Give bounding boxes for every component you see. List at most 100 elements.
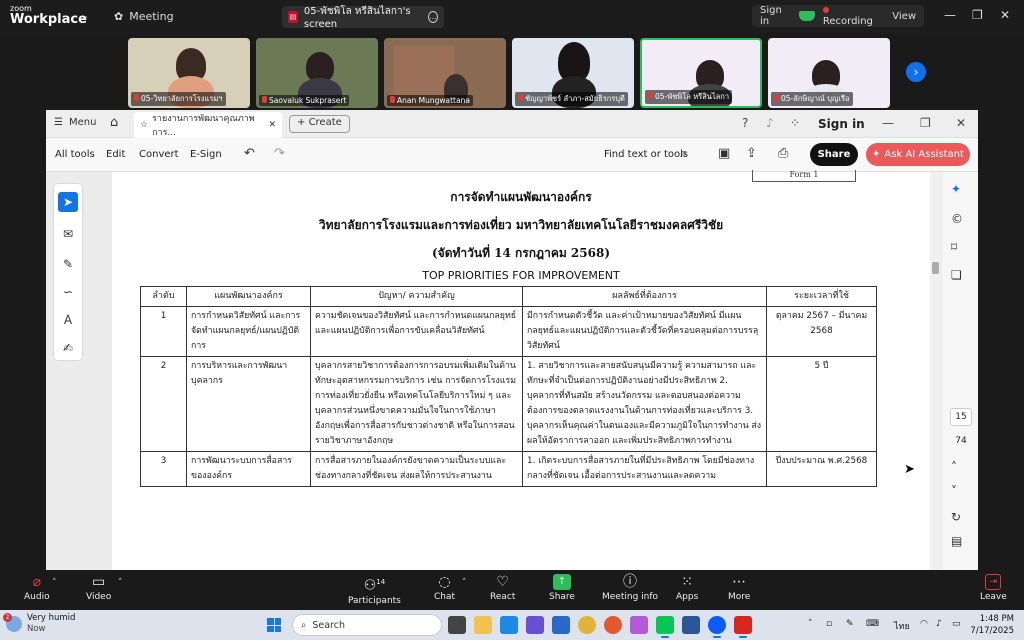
apps-grid-icon[interactable]: ⁘ <box>790 116 800 130</box>
home-icon[interactable]: ⌂ <box>110 115 118 130</box>
highlight-pen-icon[interactable]: ✎ <box>58 254 78 274</box>
windows-start-icon[interactable] <box>267 618 281 632</box>
close-button[interactable]: ✕ <box>1000 8 1010 22</box>
vertical-scrollbar[interactable] <box>930 172 940 570</box>
signature-icon[interactable]: ✍ <box>58 338 78 358</box>
upload-icon[interactable]: ⇪ <box>746 146 757 161</box>
ask-ai-assistant-button[interactable]: ✦ Ask AI Assistant <box>866 143 970 166</box>
bell-icon[interactable]: ♪ <box>766 116 774 130</box>
table-row: 3 การพัฒนาระบบการสื่อสารขององค์กร การสื่… <box>140 450 877 487</box>
file-explorer-icon[interactable] <box>474 616 492 634</box>
minimize-button[interactable]: — <box>882 116 894 130</box>
draw-icon[interactable]: ∽ <box>58 282 78 302</box>
clock-time: 1:48 PM <box>979 614 1014 624</box>
more-options-icon[interactable]: … <box>427 11 438 23</box>
system-clock[interactable]: 1:48 PM 7/17/2025 <box>970 613 1014 637</box>
edge-icon[interactable] <box>500 616 518 634</box>
acrobat-signin[interactable]: Sign in <box>818 117 865 131</box>
leave-button[interactable]: ⇥ Leave <box>980 574 1007 602</box>
bookmark-icon[interactable]: ⌑ <box>951 240 957 254</box>
apps-button[interactable]: ⁙ Apps <box>676 574 698 602</box>
page-number-input[interactable]: 15 <box>950 408 972 426</box>
audio-button[interactable]: ⌀ Audio <box>24 574 50 602</box>
create-button[interactable]: + Create <box>289 115 350 133</box>
print-icon[interactable]: ⎙ <box>778 146 788 161</box>
esign-button[interactable]: E-Sign <box>190 149 222 160</box>
chevron-up-icon[interactable]: ˄ <box>951 460 957 474</box>
close-tab-icon[interactable]: ✕ <box>268 120 276 130</box>
result-cell: มีการกำหนดตัวชี้วัด และค่าเป้าหมายของวิส… <box>522 306 767 358</box>
weather-widget[interactable]: 2 Very humid Now <box>3 613 75 635</box>
help-icon[interactable]: ? <box>742 116 748 130</box>
chat-options-icon[interactable]: ˄ <box>462 578 467 588</box>
pages-icon[interactable]: ❏ <box>951 268 962 282</box>
redo-icon[interactable]: ↷ <box>274 146 285 161</box>
next-participants-button[interactable]: › <box>906 62 926 82</box>
language-indicator[interactable]: ไทย <box>894 619 910 633</box>
participant-tile[interactable]: 05-ลักษิญาณ์ บุญเรือ <box>768 38 890 108</box>
minimize-button[interactable]: — <box>944 8 956 22</box>
save-icon[interactable]: ▣ <box>718 146 730 161</box>
all-tools-button[interactable]: All tools <box>55 149 95 160</box>
chrome-icon[interactable] <box>578 616 596 634</box>
share-button[interactable]: Share <box>810 143 858 166</box>
meeting-info-button[interactable]: ⓘ Meeting info <box>602 574 658 602</box>
restore-button[interactable]: ❐ <box>972 8 983 22</box>
teams-icon[interactable] <box>526 616 544 634</box>
document-tab[interactable]: ☆ รายงานการพัฒนาคุณภาพการ... ✕ <box>134 112 282 138</box>
find-text-button[interactable]: Find text or tools <box>604 149 688 160</box>
recording-indicator[interactable]: Recording <box>815 5 884 27</box>
comments-icon[interactable]: © <box>951 212 963 226</box>
chevron-down-icon[interactable]: ⌄ <box>80 9 89 22</box>
wifi-icon[interactable]: ◠ <box>920 619 928 629</box>
signin-link[interactable]: Sign in <box>752 5 799 27</box>
undo-icon[interactable]: ↶ <box>244 146 255 161</box>
battery-icon[interactable]: ▭ <box>952 619 961 629</box>
star-icon[interactable]: ☆ <box>140 120 148 130</box>
ai-summary-icon[interactable]: ✦ <box>951 182 961 196</box>
participant-tile[interactable]: Anan Mungwattana <box>384 38 506 108</box>
participant-tile[interactable]: Saovaluk Sukprasert <box>256 38 378 108</box>
participant-tile[interactable]: 05-วิทยาลัยการโรงแรมฯ <box>128 38 250 108</box>
video-options-icon[interactable]: ˄ <box>118 578 123 588</box>
participant-tile-active[interactable]: 05-พัชพิโล หรีสินไลกา <box>640 38 762 108</box>
chat-button[interactable]: ◌ Chat <box>434 574 455 602</box>
scroll-thumb[interactable] <box>932 262 939 274</box>
more-button[interactable]: ⋯ More <box>728 574 750 602</box>
restore-button[interactable]: ❐ <box>920 116 931 130</box>
search-icon[interactable]: ⌕ <box>680 146 687 161</box>
rotate-icon[interactable]: ↻ <box>951 510 961 524</box>
acrobat-icon[interactable] <box>734 616 752 638</box>
view-menu[interactable]: View <box>884 11 924 22</box>
select-cursor-icon[interactable]: ➤ <box>58 192 78 212</box>
react-button[interactable]: ♡ React <box>490 574 515 602</box>
line-icon[interactable] <box>656 616 674 638</box>
menu-button[interactable]: ☰ Menu <box>54 117 96 128</box>
tray-app-icon[interactable]: ▫ <box>826 619 832 629</box>
store-icon[interactable] <box>552 616 570 634</box>
tray-pen-icon[interactable]: ✎ <box>846 619 854 629</box>
edit-button[interactable]: Edit <box>106 149 125 160</box>
video-button[interactable]: ▭ Video <box>86 574 111 602</box>
close-button[interactable]: ✕ <box>956 116 966 130</box>
participants-button[interactable]: ⚇14 Participants <box>348 574 401 606</box>
zoom-icon[interactable] <box>708 616 726 638</box>
convert-button[interactable]: Convert <box>139 149 179 160</box>
firefox-icon[interactable] <box>604 616 622 634</box>
task-view-icon[interactable] <box>448 616 466 634</box>
chevron-down-icon[interactable]: ˅ <box>951 484 957 498</box>
participant-tile[interactable]: ชัญญาพัชร์ ลำภา-สมัยธิรกรบุตี <box>512 38 634 108</box>
word-icon[interactable] <box>682 616 700 634</box>
tray-overflow-icon[interactable]: ˄ <box>808 619 813 629</box>
text-box-icon[interactable]: A <box>58 310 78 330</box>
audio-options-icon[interactable]: ˄ <box>52 578 57 588</box>
comment-icon[interactable]: ✉ <box>58 224 78 244</box>
taskbar-search[interactable]: ⌕ Search <box>292 614 442 636</box>
share-screen-button[interactable]: ↑ Share <box>549 574 575 602</box>
screen-share-tab[interactable]: ▤ 05-พัชพิโล หรีสินไลกา's screen … <box>282 6 444 30</box>
volume-icon[interactable]: ♪ <box>936 619 942 629</box>
meeting-menu[interactable]: ✿ Meeting <box>114 10 174 23</box>
tray-keyboard-icon[interactable]: ⌨ <box>866 619 879 629</box>
copilot-icon[interactable] <box>630 616 648 634</box>
document-icon[interactable]: ▤ <box>951 534 962 548</box>
